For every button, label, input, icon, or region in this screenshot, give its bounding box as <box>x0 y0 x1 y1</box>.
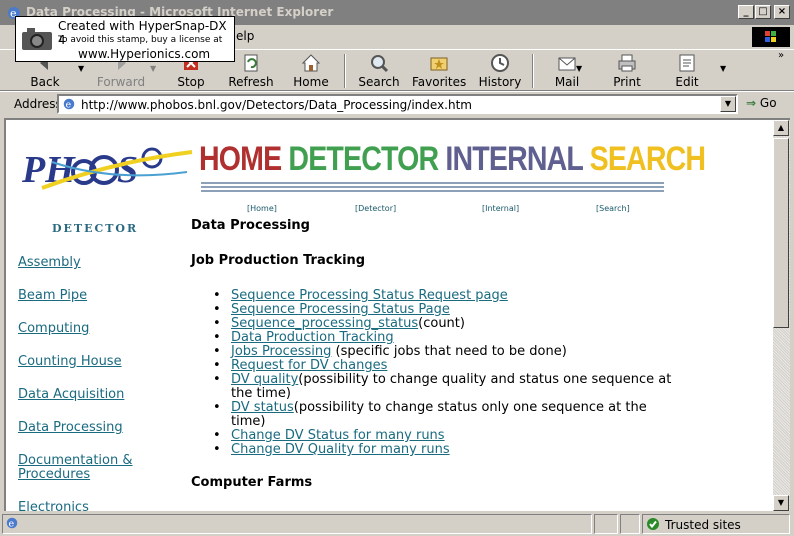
vertical-scrollbar[interactable]: ▲ ▼ <box>773 118 790 511</box>
trusted-check-icon <box>647 518 659 530</box>
list-item: Request for DV changes <box>213 358 681 374</box>
svg-text:e: e <box>66 100 72 111</box>
scroll-down-icon[interactable]: ▼ <box>773 495 789 511</box>
banner-search[interactable]: SEARCH <box>590 140 706 178</box>
job-link[interactable]: Change DV Quality for many runs <box>231 442 450 457</box>
scroll-thumb[interactable] <box>773 138 789 328</box>
job-list: Sequence Processing Status Request page … <box>213 288 681 458</box>
address-dropdown-icon[interactable]: ▼ <box>720 96 736 112</box>
history-icon <box>491 54 509 72</box>
status-cell <box>620 514 640 534</box>
banner-detector[interactable]: DETECTOR <box>288 140 439 178</box>
close-button[interactable]: × <box>774 5 790 19</box>
print-button[interactable]: Print <box>606 50 648 92</box>
banner-internal[interactable]: INTERNAL <box>445 140 583 178</box>
print-icon <box>618 54 636 72</box>
sidebar-item-documentation[interactable]: Documentation & <box>18 454 133 468</box>
job-link[interactable]: Jobs Processing <box>231 344 331 359</box>
status-bar: e Trusted sites <box>0 512 794 536</box>
status-cell <box>594 514 618 534</box>
go-button[interactable]: ⇒ Go <box>746 96 777 110</box>
sidebar-item-procedures[interactable]: Procedures <box>18 468 90 482</box>
list-item: Jobs Processing (specific jobs that need… <box>213 344 681 360</box>
list-item: Sequence Processing Status Page <box>213 302 681 318</box>
edit-dropdown-icon[interactable]: ▼ <box>720 64 726 73</box>
toolbar-separator <box>532 54 534 88</box>
sidebar-item-data-acquisition[interactable]: Data Acquisition <box>18 388 124 402</box>
job-link[interactable]: Sequence Processing Status Request page <box>231 288 508 303</box>
sidebar-item-computing[interactable]: Computing <box>18 322 89 336</box>
job-link[interactable]: DV quality <box>231 372 298 387</box>
history-button[interactable]: History <box>476 50 524 92</box>
page-title: Data Processing <box>191 218 310 233</box>
favorites-icon <box>430 57 448 71</box>
page-viewport[interactable]: PH S HOME DETECTOR INTERNAL SEARCH [Home… <box>4 118 773 511</box>
page-icon: e <box>6 517 18 530</box>
svg-text:e: e <box>9 519 15 530</box>
edit-icon <box>679 54 695 72</box>
windows-logo <box>752 27 790 47</box>
job-link[interactable]: Sequence_processing_status <box>231 316 418 331</box>
favorites-button[interactable]: Favorites <box>412 50 466 92</box>
banner-home[interactable]: HOME <box>199 140 282 178</box>
section-job-production: Job Production Tracking <box>191 253 366 268</box>
address-url: http://www.phobos.bnl.gov/Detectors/Data… <box>81 98 472 112</box>
menu-help[interactable]: elp <box>236 29 254 43</box>
job-link[interactable]: Sequence Processing Status Page <box>231 302 450 317</box>
go-arrow-icon: ⇒ <box>746 96 757 110</box>
address-bar: Address e http://www.phobos.bnl.gov/Dete… <box>0 91 794 115</box>
refresh-icon <box>244 54 258 72</box>
banner-divider <box>201 182 664 192</box>
phobos-logo: PH S <box>22 147 193 191</box>
sidebar-item-assembly[interactable]: Assembly <box>18 256 81 270</box>
page-icon: e <box>63 98 75 111</box>
list-item: Data Production Tracking <box>213 330 681 346</box>
back-dropdown-icon[interactable]: ▼ <box>78 64 84 73</box>
job-link[interactable]: Data Production Tracking <box>231 330 394 345</box>
address-input[interactable]: e http://www.phobos.bnl.gov/Detectors/Da… <box>57 94 738 114</box>
list-item: DV status(possibility to change status o… <box>213 400 681 429</box>
edit-button[interactable]: Edit <box>666 50 708 92</box>
job-link[interactable]: Request for DV changes <box>231 358 387 373</box>
section-computer-farms: Computer Farms <box>191 475 313 490</box>
security-zone: Trusted sites <box>642 514 790 534</box>
minimize-button[interactable]: _ <box>738 5 754 19</box>
toplink-search[interactable]: [Search] <box>596 204 630 213</box>
list-item: Change DV Status for many runs <box>213 428 681 444</box>
toolbar-overflow-icon[interactable]: » <box>778 50 784 61</box>
maximize-button[interactable]: □ <box>755 5 771 19</box>
list-item: DV quality(possibility to change quality… <box>213 372 681 401</box>
toplink-home[interactable]: [Home] <box>247 204 277 213</box>
home-icon <box>301 54 321 72</box>
mail-dropdown-icon[interactable]: ▼ <box>576 64 582 73</box>
watermark-stamp: Created with HyperSnap-DX 4 To avoid thi… <box>15 16 235 62</box>
list-item: Sequence_processing_status(count) <box>213 316 681 332</box>
svg-text:S: S <box>117 149 138 191</box>
mail-icon <box>558 57 576 71</box>
camera-icon <box>22 28 52 50</box>
sidebar-item-electronics[interactable]: Electronics <box>18 501 89 512</box>
address-label: Address <box>14 97 62 111</box>
toplink-detector[interactable]: [Detector] <box>355 204 396 213</box>
status-main: e <box>2 514 592 534</box>
list-item: Sequence Processing Status Request page <box>213 288 681 304</box>
list-item: Change DV Quality for many runs <box>213 442 681 458</box>
banner-nav: HOME DETECTOR INTERNAL SEARCH <box>199 140 706 179</box>
sidebar-item-beam-pipe[interactable]: Beam Pipe <box>18 289 87 303</box>
forward-dropdown-icon[interactable]: ▼ <box>150 64 156 73</box>
job-link[interactable]: Change DV Status for many runs <box>231 428 445 443</box>
toplink-internal[interactable]: [Internal] <box>482 204 519 213</box>
search-icon <box>371 55 389 73</box>
search-button[interactable]: Search <box>356 50 402 92</box>
sidebar-item-counting-house[interactable]: Counting House <box>18 355 122 369</box>
toolbar-separator <box>344 54 346 88</box>
sidebar-item-data-processing[interactable]: Data Processing <box>18 421 123 435</box>
sidebar-heading: DETECTOR <box>52 222 139 235</box>
job-link[interactable]: DV status <box>231 400 294 415</box>
home-button[interactable]: Home <box>290 50 332 92</box>
scroll-up-icon[interactable]: ▲ <box>773 120 789 136</box>
